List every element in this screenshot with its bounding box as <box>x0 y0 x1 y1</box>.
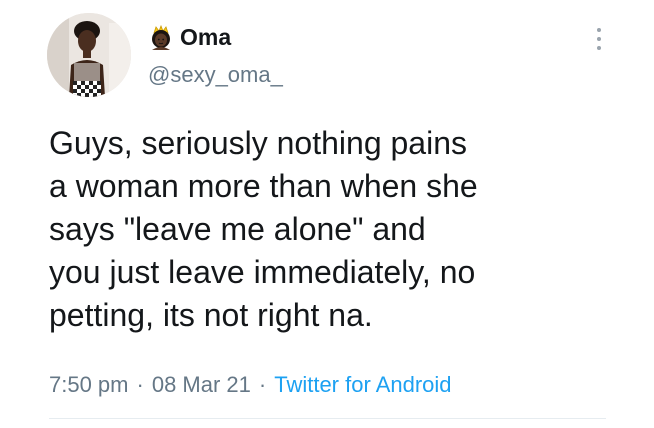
princess-emoji-icon <box>148 24 174 50</box>
tweet-meta: 7:50 pm · 08 Mar 21 · Twitter for Androi… <box>49 372 452 398</box>
tweet-text-line: petting, its not right na. <box>49 297 373 333</box>
user-handle[interactable]: @sexy_oma_ <box>148 62 283 88</box>
tweet-text: Guys, seriously nothing pains a woman mo… <box>49 122 629 337</box>
tweet-source-link[interactable]: Twitter for Android <box>274 372 451 398</box>
tweet-text-line: you just leave immediately, no <box>49 254 476 290</box>
tweet-time[interactable]: 7:50 pm <box>49 372 129 398</box>
divider <box>49 418 606 419</box>
avatar[interactable] <box>47 13 131 97</box>
tweet-text-line: Guys, seriously nothing pains <box>49 125 467 161</box>
tweet-date[interactable]: 08 Mar 21 <box>152 372 251 398</box>
more-vertical-icon[interactable] <box>594 28 604 50</box>
meta-separator: · <box>136 372 144 397</box>
tweet-card: Oma @sexy_oma_ Guys, seriously nothing p… <box>0 0 654 428</box>
display-name: Oma <box>180 23 232 50</box>
meta-separator: · <box>258 372 267 397</box>
author-name-row[interactable]: Oma <box>148 22 231 52</box>
tweet-text-line: a woman more than when she <box>49 168 478 204</box>
tweet-text-line: says "leave me alone" and <box>49 211 426 247</box>
